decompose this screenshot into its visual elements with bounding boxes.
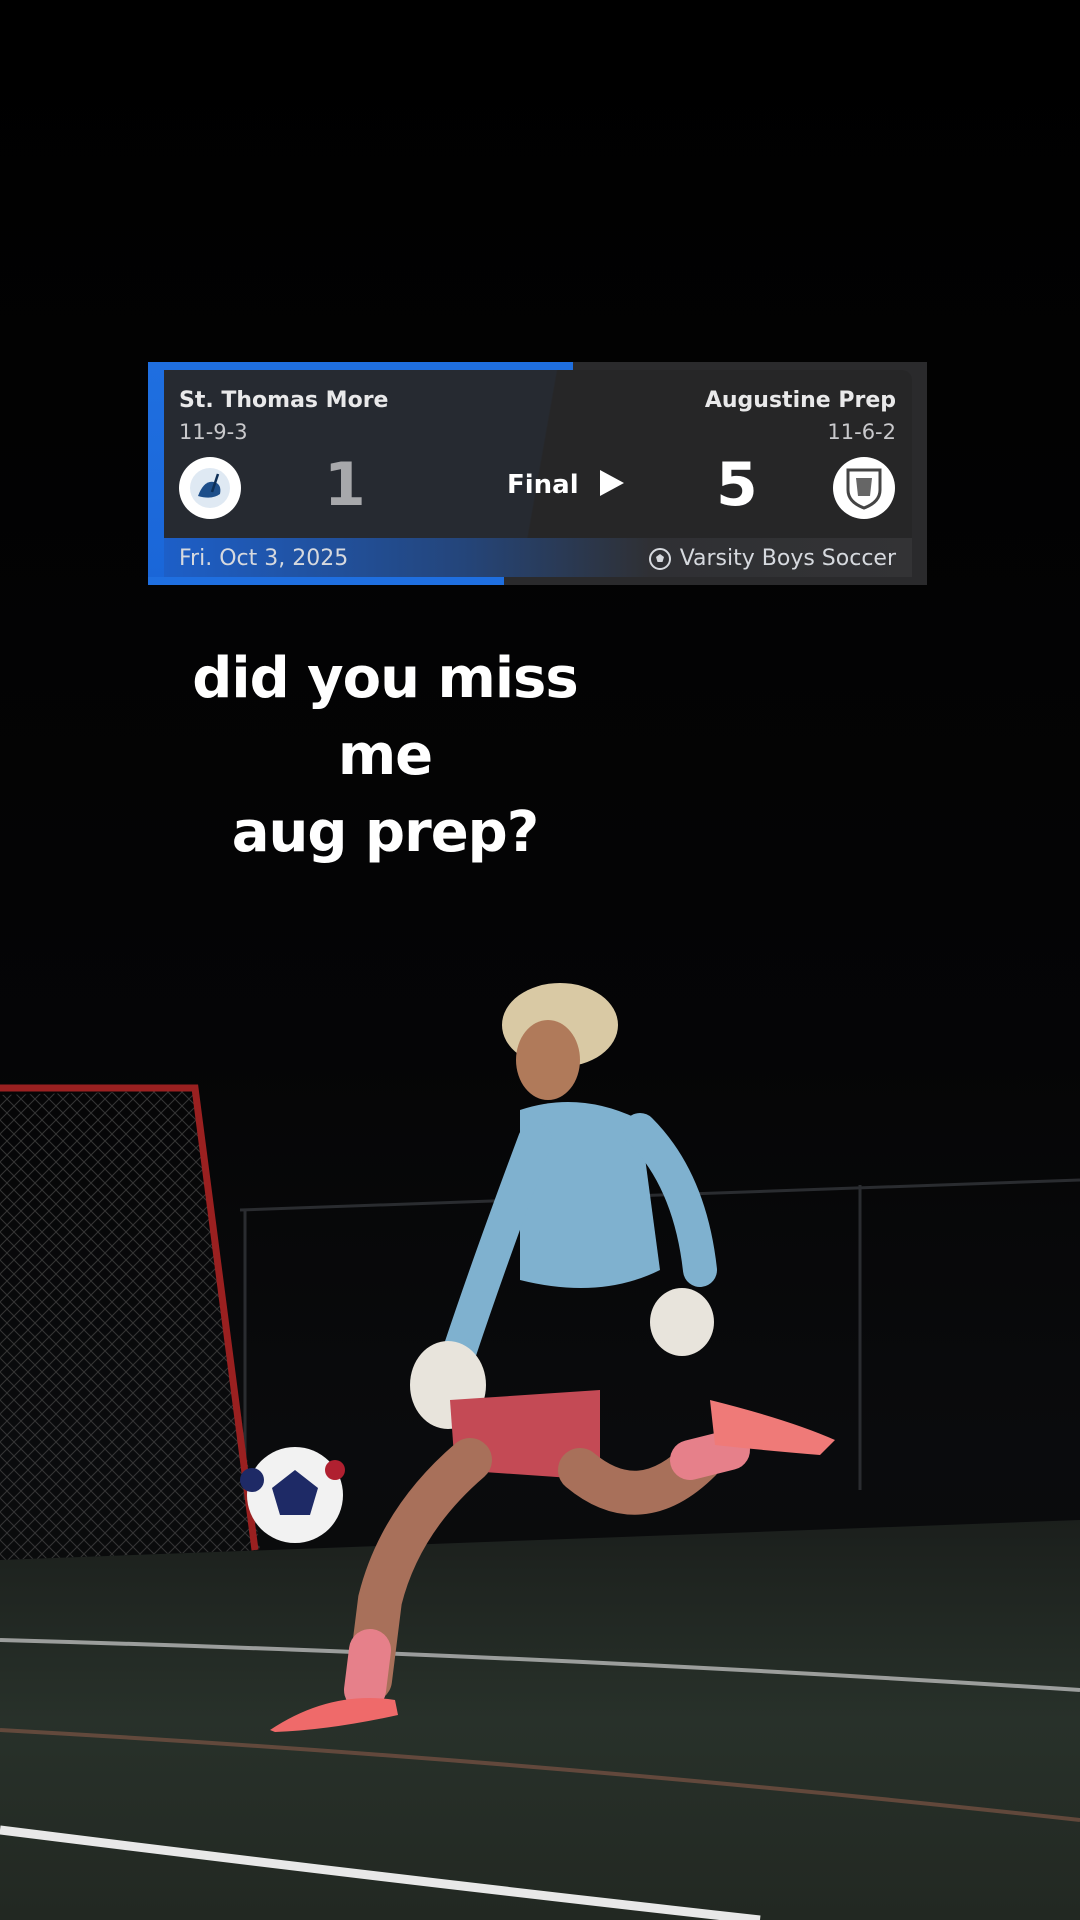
home-team-logo[interactable] (179, 457, 241, 519)
caption-line-2: aug prep? (231, 800, 540, 865)
away-team-name: Augustine Prep (704, 388, 896, 413)
play-icon[interactable] (600, 470, 624, 496)
home-team-record: 11-9-3 (179, 420, 248, 444)
sport-label: Varsity Boys Soccer (679, 546, 896, 571)
background-photo (0, 0, 1080, 1920)
home-team-name: St. Thomas More (179, 388, 389, 413)
sport-label-group: Varsity Boys Soccer (648, 546, 896, 571)
card-accent-bottom (148, 577, 504, 585)
away-team-logo[interactable] (833, 457, 895, 519)
card-accent-left (148, 362, 164, 585)
home-score: 1 (324, 450, 366, 520)
soccer-ball-icon (648, 547, 671, 570)
shield-icon (846, 468, 882, 510)
home-logo-icon (190, 468, 230, 508)
away-score: 5 (716, 450, 758, 520)
caption-text: did you miss me aug prep? (140, 640, 630, 871)
game-status: Final (507, 470, 579, 500)
game-date: Fri. Oct 3, 2025 (179, 546, 349, 571)
caption-line-1: did you miss me (192, 646, 578, 788)
away-team-record: 11-6-2 (827, 420, 896, 444)
card-accent-top (148, 362, 573, 370)
score-card[interactable]: St. Thomas More 11-9-3 Augustine Prep 11… (148, 362, 927, 585)
